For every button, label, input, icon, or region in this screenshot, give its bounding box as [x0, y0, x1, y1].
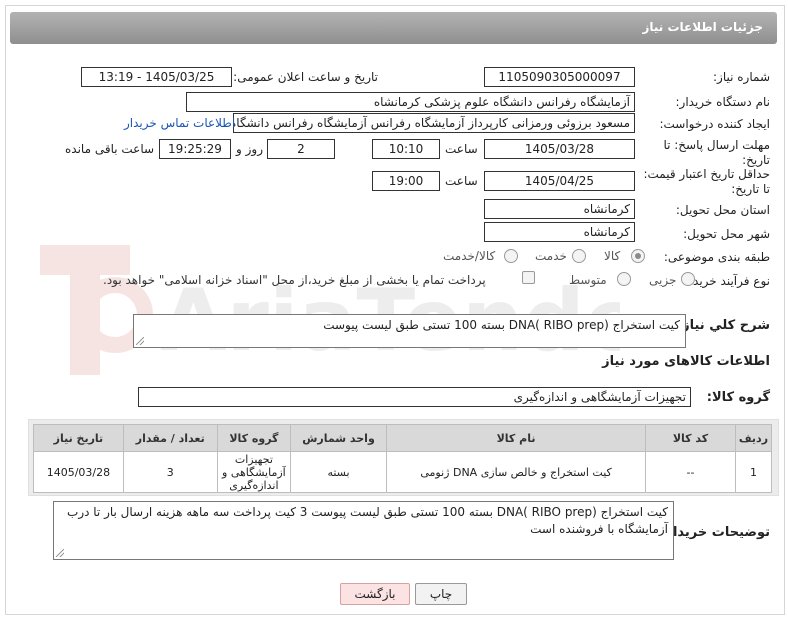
col-group: گروه کالا — [216, 424, 292, 452]
treasury-payment-note: پرداخت تمام یا بخشی از مبلغ خرید،از محل … — [103, 273, 486, 287]
description-label: شرح کلي نياز: — [676, 318, 770, 333]
category-goods-service-radio[interactable] — [504, 249, 518, 263]
announce-label: تاریخ و ساعت اعلان عمومی: — [233, 70, 378, 84]
buyer-notes-text: کیت استخراج (DNA( RIBO prep بسته 100 تست… — [67, 505, 668, 536]
need-number-field[interactable]: 1105090305000097 — [484, 67, 635, 87]
treasury-payment-checkbox[interactable] — [522, 271, 535, 284]
back-button[interactable]: بازگشت — [340, 583, 410, 605]
remaining-label: ساعت باقی مانده — [65, 142, 155, 156]
row-group: تجهیزات آزمایشگاهی و اندازه‌گیری — [216, 451, 292, 493]
category-service-radio[interactable] — [572, 249, 586, 263]
province-label: استان محل تحویل: — [675, 203, 770, 217]
process-medium-label: متوسط — [569, 273, 607, 287]
buyer-field[interactable]: آزمایشگاه رفرانس دانشگاه علوم پزشکی کرما… — [186, 92, 635, 112]
price-valid-label: حداقل تاریخ اعتبار قیمت: تا تاریخ: — [643, 167, 770, 196]
buyer-notes-label: توضیحات خریدار: — [660, 525, 770, 540]
row-code: -- — [645, 451, 736, 493]
remaining-field[interactable]: 19:25:29 — [159, 139, 231, 159]
goods-section-title: اطلاعات کالاهای مورد نیاز — [602, 354, 770, 369]
col-date: تاریخ نیاز — [33, 424, 124, 452]
category-goods-label: کالا — [604, 249, 621, 263]
deadline-time-field[interactable]: 10:10 — [372, 139, 440, 159]
contact-buyer-link[interactable]: اطلاعات تماس خریدار — [124, 116, 235, 130]
announce-field[interactable]: 1405/03/25 - 13:19 — [81, 67, 232, 87]
title-bar: جزئیات اطلاعات نیاز — [10, 12, 777, 44]
process-medium-radio[interactable] — [617, 272, 631, 286]
deadline-time-label: ساعت — [445, 142, 478, 156]
col-name: نام کالا — [386, 424, 647, 452]
col-index: ردیف — [734, 424, 773, 452]
resize-grip-icon[interactable] — [56, 549, 64, 557]
description-textarea[interactable]: کیت استخراج (DNA( RIBO prep بسته 100 تست… — [133, 314, 686, 348]
page: AriaTender.net جزئیات اطلاعات نیاز شماره… — [0, 0, 788, 619]
deadline-date-field[interactable]: 1405/03/28 — [484, 139, 635, 159]
row-date: 1405/03/28 — [33, 451, 124, 493]
process-minor-radio[interactable] — [681, 272, 695, 286]
city-label: شهر محل تحویل: — [683, 227, 770, 241]
goods-table-header: ردیف کد کالا نام کالا واحد شمارش گروه کا… — [33, 424, 773, 452]
resize-grip-icon[interactable] — [136, 337, 144, 345]
deadline-label: مهلت ارسال پاسخ: تا تاریخ: — [663, 138, 770, 167]
description-text: کیت استخراج (DNA( RIBO prep بسته 100 تست… — [323, 318, 680, 332]
price-valid-time-field[interactable]: 19:00 — [372, 171, 440, 191]
category-goods-radio[interactable] — [631, 249, 645, 263]
print-button[interactable]: چاپ — [415, 583, 467, 605]
price-valid-time-label: ساعت — [445, 174, 478, 188]
creator-label: ایجاد کننده درخواست: — [659, 117, 770, 131]
need-number-label: شماره نیاز: — [713, 70, 770, 84]
table-row[interactable]: 1 -- کیت استخراج و خالص سازی DNA ژنومی ب… — [33, 451, 773, 493]
page-title: جزئیات اطلاعات نیاز — [642, 20, 763, 34]
province-field[interactable]: کرمانشاه — [484, 199, 635, 219]
price-valid-date-field[interactable]: 1405/04/25 — [484, 171, 635, 191]
process-minor-label: جزیی — [649, 273, 677, 287]
col-qty: تعداد / مقدار — [122, 424, 218, 452]
col-unit: واحد شمارش — [290, 424, 388, 452]
row-index: 1 — [734, 451, 773, 493]
category-label: طبقه بندی موضوعی: — [663, 250, 770, 264]
process-label: نوع فرآیند خرید : — [685, 274, 770, 288]
days-label: روز و — [236, 142, 263, 156]
category-goods-service-label: کالا/خدمت — [443, 249, 496, 263]
row-unit: بسته — [290, 451, 388, 493]
buyer-label: نام دستگاه خریدار: — [675, 95, 771, 109]
city-field[interactable]: کرمانشاه — [484, 222, 635, 242]
row-name: کیت استخراج و خالص سازی DNA ژنومی — [386, 451, 647, 493]
days-field[interactable]: 2 — [267, 139, 335, 159]
goods-table: ردیف کد کالا نام کالا واحد شمارش گروه کا… — [33, 424, 773, 493]
row-qty: 3 — [122, 451, 218, 493]
col-code: کد کالا — [645, 424, 736, 452]
creator-field[interactable]: مسعود برزوئی ورمزانی کارپرداز آزمایشگاه … — [233, 113, 635, 133]
goods-group-label: گروه کالا: — [706, 390, 770, 405]
buyer-notes-textarea[interactable]: کیت استخراج (DNA( RIBO prep بسته 100 تست… — [53, 501, 674, 560]
category-service-label: خدمت — [535, 249, 567, 263]
goods-group-field[interactable]: تجهیزات آزمایشگاهی و اندازه‌گیری — [138, 387, 691, 407]
